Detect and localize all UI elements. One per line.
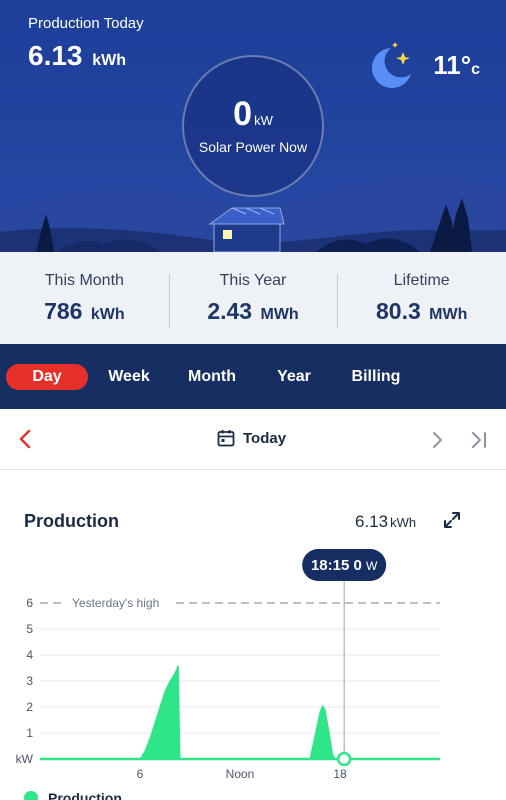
tab-year[interactable]: Year — [254, 364, 334, 390]
stat-unit: kWh — [90, 305, 125, 323]
date-picker[interactable]: Today — [217, 429, 286, 447]
production-chart-card: Production 6.13 kWh 6 5 4 3 2 1 kW Yesterday's h… — [0, 472, 506, 800]
stat-number: 80.3 — [376, 297, 421, 324]
temperature: 11°c — [433, 50, 480, 81]
chevron-right-icon[interactable] — [430, 430, 446, 450]
hero-banner: Production Today 6.13 kWh 11°c 0 kW Solar… — [0, 0, 506, 252]
stat-value: 2.43 MWh — [169, 298, 338, 325]
stat-label: This Month — [44, 271, 124, 289]
stat-label: This Year — [219, 271, 287, 289]
legend-swatch — [24, 791, 38, 800]
power-now-unit: kW — [254, 113, 273, 128]
skip-to-end-icon[interactable] — [470, 430, 488, 450]
y-tick-label: 3 — [26, 674, 33, 688]
power-now-label: Solar Power Now — [198, 139, 308, 155]
chevron-left-icon[interactable] — [16, 428, 36, 450]
y-tick-label: 6 — [26, 596, 33, 610]
temperature-unit: c — [471, 60, 480, 78]
selected-date: Today — [243, 429, 287, 447]
chart-legend: Production — [24, 790, 122, 800]
cursor-tooltip-text: 18:15 0 W — [311, 557, 378, 574]
temperature-value: 11° — [433, 49, 472, 80]
stat-this-month: This Month 786 kWh — [0, 272, 169, 325]
period-tabs: Day Week Month Year Billing — [0, 344, 506, 409]
y-tick-label: 5 — [26, 622, 33, 636]
stat-lifetime: Lifetime 80.3 MWh — [337, 271, 506, 328]
moon-stars-icon — [372, 42, 412, 88]
tab-month[interactable]: Month — [170, 364, 254, 390]
production-today-value: 6.13 kWh — [28, 40, 126, 72]
power-now-value: 0 kW — [233, 97, 273, 131]
reference-line-label: Yesterday's high — [72, 596, 159, 610]
x-tick-label: Noon — [226, 767, 255, 781]
production-today-label: Production Today — [28, 15, 144, 32]
y-tick-label: 1 — [26, 726, 33, 740]
production-area — [40, 665, 440, 760]
tab-day[interactable]: Day — [6, 363, 88, 390]
stat-unit: MWh — [260, 305, 299, 323]
y-tick-label: kW — [16, 752, 34, 766]
production-chart[interactable]: 6 5 4 3 2 1 kW Yesterday's high 6 Noon 18 18:15 0 W — [0, 472, 506, 800]
stat-this-year: This Year 2.43 MWh — [168, 271, 338, 328]
cursor-point — [336, 751, 352, 767]
production-summary: This Month 786 kWh This Year 2.43 MWh Li… — [0, 252, 506, 344]
stat-value: 80.3 MWh — [337, 298, 506, 325]
production-today-unit: kWh — [92, 52, 127, 69]
y-tick-label: 4 — [26, 648, 33, 662]
solar-power-now-gauge[interactable]: 0 kW Solar Power Now — [182, 55, 324, 197]
stat-number: 2.43 — [207, 297, 253, 324]
calendar-icon — [217, 430, 235, 447]
production-today-number: 6.13 — [28, 40, 83, 71]
stat-label: Lifetime — [393, 271, 450, 289]
weather-widget: 11°c — [365, 40, 480, 90]
power-now-number: 0 — [233, 95, 253, 133]
legend-label: Production — [48, 790, 122, 800]
stat-unit: MWh — [429, 305, 468, 323]
x-tick-label: 18 — [333, 767, 347, 781]
x-tick-label: 6 — [137, 767, 144, 781]
date-navigator: Today — [0, 410, 506, 470]
tab-week[interactable]: Week — [88, 364, 170, 390]
stat-number: 786 — [44, 297, 83, 324]
tab-billing[interactable]: Billing — [334, 364, 418, 390]
y-tick-label: 2 — [26, 700, 33, 714]
stat-value: 786 kWh — [0, 298, 169, 325]
